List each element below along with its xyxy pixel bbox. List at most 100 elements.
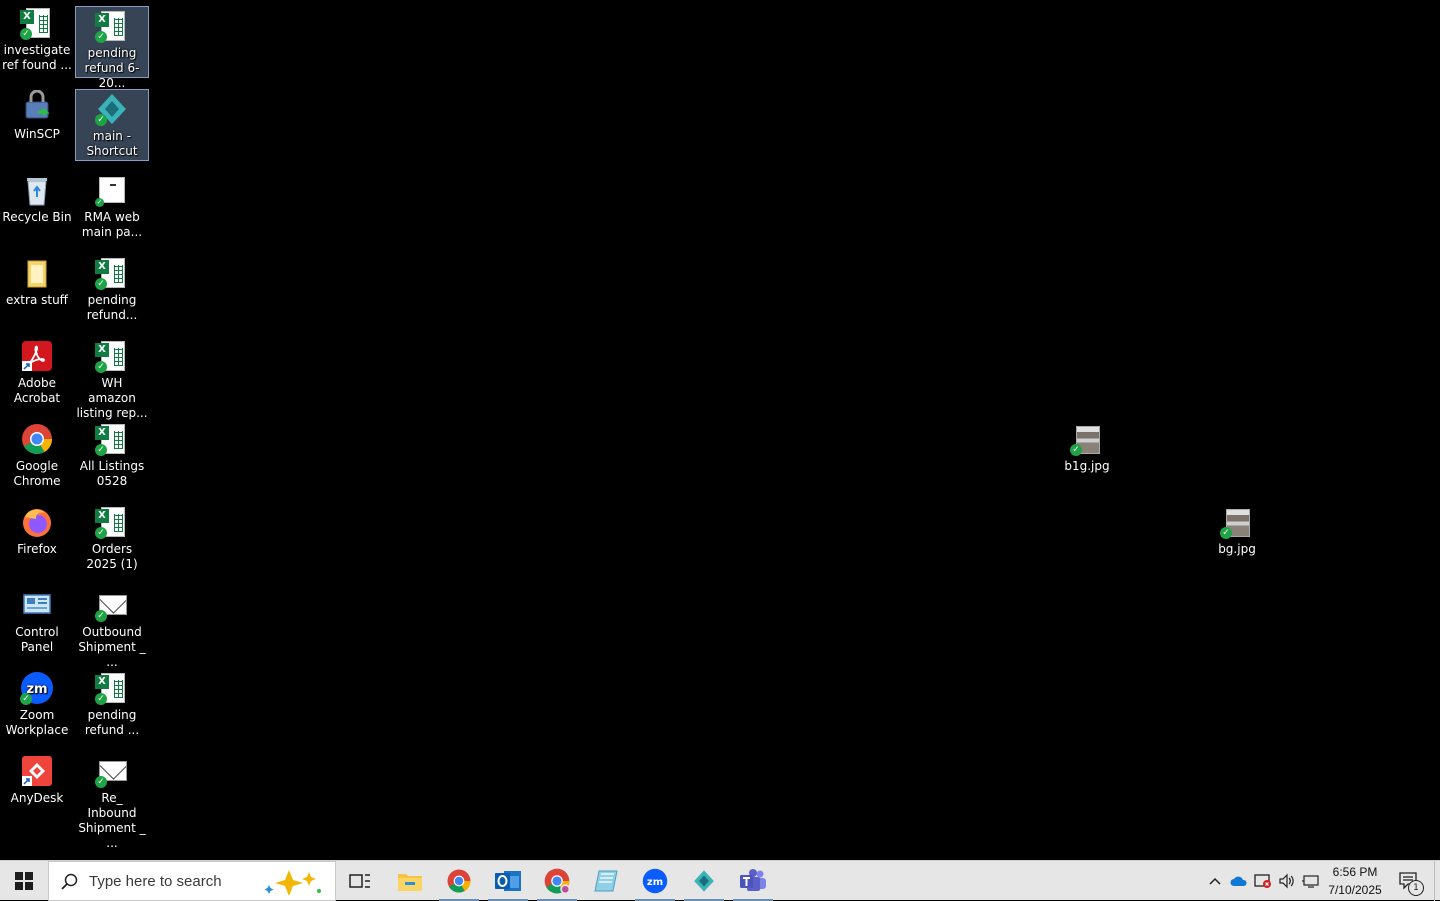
icon-label: pending refund 6-20...	[84, 46, 140, 90]
taskbar-google-chrome[interactable]	[435, 861, 483, 901]
taskbar-paper-app[interactable]	[582, 861, 630, 901]
desktop: X ✓ investigate ref found ... X ✓ pending …	[0, 0, 1440, 860]
file-explorer-icon	[398, 874, 422, 891]
task-view-icon	[349, 874, 370, 888]
security-alert-icon	[1254, 874, 1271, 888]
google-chrome-icon	[20, 422, 54, 456]
desktop-icon-pending-refund-2[interactable]: X ✓ pending refund...	[75, 254, 149, 326]
icon-label: All Listings 0528	[79, 459, 145, 488]
desktop-icon-b1g-jpg[interactable]: ✓ b1g.jpg	[1050, 420, 1124, 492]
desktop-icon-control-panel[interactable]: Control Panel	[0, 586, 74, 658]
main-shortcut-app-icon: ✓	[95, 92, 129, 126]
taskbar-file-explorer[interactable]	[386, 861, 434, 901]
notification-badge: 1	[1408, 880, 1424, 896]
image-file-icon: ✓	[1070, 422, 1104, 456]
desktop-icon-bg-jpg[interactable]: ✓ bg.jpg	[1200, 503, 1274, 575]
windows-logo-icon	[15, 872, 33, 890]
email-message-icon: ✓	[95, 588, 129, 622]
icon-label: RMA web main pa...	[81, 210, 143, 239]
speaker-icon	[1279, 873, 1294, 889]
icon-label: Adobe Acrobat	[13, 376, 61, 405]
paper-app-icon	[594, 870, 618, 892]
anydesk-icon	[20, 754, 54, 788]
excel-file-icon: X ✓	[95, 422, 129, 456]
taskbar-chrome-profile[interactable]	[533, 861, 581, 901]
taskbar-outlook[interactable]	[484, 861, 532, 901]
desktop-icon-pending-refund-3[interactable]: X ✓ pending refund ...	[75, 669, 149, 741]
network-icon	[1302, 875, 1319, 888]
zoom-icon: zm	[642, 868, 668, 894]
desktop-icon-winscp[interactable]: WinSCP	[0, 88, 74, 160]
desktop-icon-rma-web[interactable]: ✓ RMA web main pa...	[75, 171, 149, 243]
show-hidden-icons-button[interactable]	[1204, 861, 1226, 901]
icon-label: bg.jpg	[1218, 542, 1256, 556]
chrome-profile-icon	[544, 868, 571, 895]
task-view-button[interactable]	[336, 861, 384, 901]
icon-label: Recycle Bin	[2, 210, 72, 224]
icon-label: Control Panel	[15, 625, 59, 654]
icon-label: b1g.jpg	[1064, 459, 1110, 473]
clock[interactable]: 6:56 PM 7/10/2025	[1322, 863, 1388, 899]
excel-file-icon: X ✓	[95, 339, 129, 373]
excel-file-icon: X ✓	[95, 671, 129, 705]
onedrive-tray[interactable]	[1228, 861, 1250, 901]
network-tray[interactable]	[1300, 861, 1322, 901]
icon-label: AnyDesk	[10, 791, 64, 805]
desktop-icon-google-chrome[interactable]: Google Chrome	[0, 420, 74, 492]
taskbar-zoom[interactable]: zm	[631, 861, 679, 901]
desktop-icon-main-shortcut[interactable]: ✓ main - Shortcut	[75, 89, 149, 161]
adobe-acrobat-icon	[20, 339, 54, 373]
desktop-icon-pending-refund-620[interactable]: X ✓ pending refund 6-20...	[75, 6, 149, 90]
icon-label: Orders 2025 (1)	[86, 542, 138, 571]
desktop-icon-all-listings[interactable]: X ✓ All Listings 0528	[75, 420, 149, 492]
search-highlight-sparkle-icon	[264, 870, 321, 896]
search-icon	[61, 873, 78, 890]
start-button[interactable]	[0, 861, 48, 901]
icon-label: pending refund...	[86, 293, 138, 322]
svg-text:zm: zm	[647, 877, 663, 888]
security-tray[interactable]	[1252, 861, 1274, 901]
google-chrome-icon	[447, 869, 471, 893]
microsoft-teams-icon	[740, 869, 766, 891]
search-placeholder: Type here to search	[89, 873, 222, 890]
icon-label: main - Shortcut	[86, 129, 138, 158]
desktop-icon-recycle-bin[interactable]: Recycle Bin	[0, 171, 74, 243]
taskbar-microsoft-teams[interactable]	[729, 861, 777, 901]
desktop-icon-wh-amazon[interactable]: X ✓ WH amazon listing rep...	[75, 337, 149, 420]
notification-center-button[interactable]: 1	[1394, 861, 1424, 901]
show-desktop-button[interactable]	[1434, 861, 1440, 901]
onedrive-cloud-icon	[1230, 876, 1247, 886]
desktop-icon-adobe-acrobat[interactable]: Adobe Acrobat	[0, 337, 74, 409]
icon-label: extra stuff	[6, 293, 68, 307]
zoom-icon: zm ✓	[20, 671, 54, 705]
excel-file-icon: X ✓	[20, 6, 54, 40]
icon-label: Zoom Workplace	[5, 708, 69, 737]
desktop-icon-anydesk[interactable]: AnyDesk	[0, 752, 74, 824]
winscp-icon	[20, 89, 54, 124]
desktop-icon-re-inbound-shipment[interactable]: ✓ Re_ Inbound Shipment _ ...	[75, 752, 149, 850]
desktop-icon-orders-2025[interactable]: X ✓ Orders 2025 (1)	[75, 503, 149, 575]
clock-time: 6:56 PM	[1332, 865, 1378, 879]
search-box[interactable]: Type here to search	[48, 861, 336, 901]
desktop-icon-investigate-ref[interactable]: X ✓ investigate ref found ...	[0, 4, 74, 76]
taskbar: Type here to search zm 6:56 PM 7/10/2025…	[0, 860, 1440, 901]
excel-file-icon: X ✓	[95, 256, 129, 290]
chevron-up-icon	[1209, 877, 1221, 885]
desktop-icon-firefox[interactable]: Firefox	[0, 503, 74, 575]
icon-label: investigate ref found ...	[2, 43, 72, 72]
web-page-file-icon: ✓	[95, 173, 129, 207]
taskbar-main-shortcut-app[interactable]	[680, 861, 728, 901]
icon-label: Outbound Shipment _ ...	[78, 625, 146, 669]
desktop-icon-zoom-workplace[interactable]: zm ✓ Zoom Workplace	[0, 669, 74, 741]
icon-label: WinSCP	[14, 127, 60, 141]
folder-icon	[20, 256, 54, 290]
icon-label: Re_ Inbound Shipment _ ...	[78, 791, 146, 850]
desktop-icon-outbound-shipment[interactable]: ✓ Outbound Shipment _ ...	[75, 586, 149, 669]
volume-tray[interactable]	[1276, 861, 1298, 901]
clock-date: 7/10/2025	[1328, 883, 1382, 897]
excel-file-icon: X ✓	[95, 505, 129, 539]
desktop-icon-extra-stuff[interactable]: extra stuff	[0, 254, 74, 326]
excel-file-icon: X ✓	[95, 9, 129, 43]
firefox-icon	[20, 505, 54, 539]
icon-label: Firefox	[17, 542, 57, 556]
